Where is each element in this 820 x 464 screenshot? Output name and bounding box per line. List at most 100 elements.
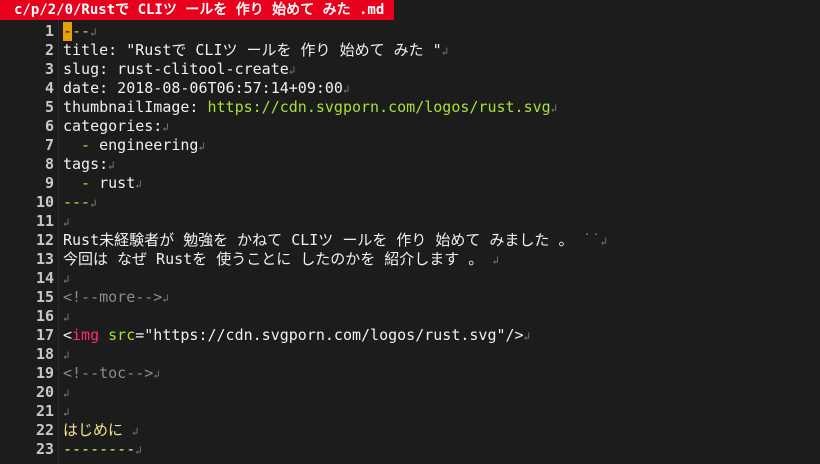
line-number: 14 [35, 269, 54, 287]
eol-marker: ↲ [90, 26, 97, 39]
line-content[interactable]: thumbnailImage: https://cdn.svgporn.com/… [63, 98, 557, 118]
line-content[interactable]: ---↲ [63, 193, 97, 213]
line-number: 1 [44, 22, 54, 40]
code-token: ="https://cdn.svgporn.com/logos/rust.svg… [135, 326, 524, 344]
line-content[interactable]: date: 2018-08-06T06:57:14+09:00↲ [63, 79, 350, 99]
code-token: slug: rust-clitool-create [63, 60, 289, 78]
eol-marker: ↲ [135, 178, 142, 191]
line-content[interactable]: ↲ [63, 269, 70, 289]
code-token: thumbnailImage: [63, 98, 208, 116]
eol-marker: ↲ [63, 311, 70, 324]
line-content[interactable]: ---↲ [63, 22, 97, 42]
line-number: 5 [44, 98, 54, 116]
line-content[interactable]: <!--toc-->↲ [63, 364, 160, 384]
editor-line[interactable]: 11 ↲ [0, 212, 820, 231]
line-content[interactable]: slug: rust-clitool-create↲ [63, 60, 295, 80]
line-content[interactable]: tags:↲ [63, 155, 115, 175]
eol-marker: ↲ [342, 83, 350, 96]
code-token: 今回は なぜ Rustを 使うことに したのかを 紹介します 。 [63, 250, 493, 268]
eol-marker: ↲ [90, 197, 97, 210]
editor-line[interactable]: 18 ↲ [0, 345, 820, 364]
editor-line[interactable]: 15 <!--more-->↲ [0, 288, 820, 307]
line-number: 19 [35, 364, 54, 382]
code-token: -- [72, 22, 91, 40]
eol-marker: ↲ [135, 444, 142, 457]
editor-line[interactable]: 16 ↲ [0, 307, 820, 326]
eol-marker: ↲ [153, 368, 160, 381]
line-number: 18 [35, 345, 54, 363]
editor-pane[interactable]: 1 ---↲ 2 title: "Rustで CLIツ ールを 作り 始めて みた "… [0, 20, 820, 464]
code-token: --- [63, 193, 91, 211]
eol-marker: ↲ [132, 425, 139, 438]
line-number: 3 [44, 60, 54, 78]
editor-line[interactable]: 14 ↲ [0, 269, 820, 288]
editor-line[interactable]: 8 tags:↲ [0, 155, 820, 174]
line-content[interactable]: ↲ [63, 383, 70, 403]
code-token: img [72, 326, 100, 344]
code-token: - [63, 136, 100, 154]
line-number: 17 [35, 326, 54, 344]
editor-line[interactable]: 1 ---↲ [0, 22, 820, 41]
line-content[interactable]: ↲ [63, 402, 70, 422]
code-token: ˙˙ [582, 231, 601, 249]
code-token: tags: [63, 155, 109, 173]
editor-line[interactable]: 12 Rust未経験者が 勉強を かねて CLIツ ールを 作り 始めて みました… [0, 231, 820, 250]
editor-line[interactable]: 19 <!--toc-->↲ [0, 364, 820, 383]
line-number: 10 [35, 193, 54, 211]
line-number: 21 [35, 402, 54, 420]
code-token: <!--more--> [63, 288, 163, 306]
editor-line[interactable]: 23 --------↲ [0, 440, 820, 459]
line-number: 2 [44, 41, 54, 59]
editor-line[interactable]: 10 ---↲ [0, 193, 820, 212]
line-content[interactable]: Rust未経験者が 勉強を かねて CLIツ ールを 作り 始めて みました 。… [63, 231, 607, 251]
editor-line[interactable]: 4 date: 2018-08-06T06:57:14+09:00↲ [0, 79, 820, 98]
line-number: 15 [35, 288, 54, 306]
code-token: <!--toc--> [63, 364, 154, 382]
code-token: < [63, 326, 73, 344]
eol-marker: ↲ [63, 387, 70, 400]
editor-line[interactable]: 20 ↲ [0, 383, 820, 402]
editor-line[interactable]: 7 - engineering↲ [0, 136, 820, 155]
eol-marker: ↲ [108, 159, 115, 172]
line-content[interactable]: - engineering↲ [63, 136, 205, 156]
code-token: - [63, 174, 100, 192]
editor-line[interactable]: 2 title: "Rustで CLIツ ールを 作り 始めて みた "↲ [0, 41, 820, 60]
editor-line[interactable]: 6 categories:↲ [0, 117, 820, 136]
line-content[interactable]: <img src="https://cdn.svgporn.com/logos/… [63, 326, 530, 346]
eol-marker: ↲ [63, 349, 70, 362]
line-content[interactable]: --------↲ [63, 440, 142, 460]
line-content[interactable]: title: "Rustで CLIツ ールを 作り 始めて みた "↲ [63, 41, 448, 61]
editor-line[interactable]: 22 はじめに ↲ [0, 421, 820, 440]
code-token: title: "Rustで CLIツ ールを 作り 始めて みた " [63, 41, 442, 59]
eol-marker: ↲ [63, 273, 70, 286]
editor-line[interactable]: 9 - rust↲ [0, 174, 820, 193]
line-content[interactable]: categories:↲ [63, 117, 169, 137]
line-content[interactable]: <!--more-->↲ [63, 288, 169, 308]
line-content[interactable]: はじめに ↲ [63, 421, 139, 441]
editor-line[interactable]: 13 今回は なぜ Rustを 使うことに したのかを 紹介します 。 ↲ [0, 250, 820, 269]
line-number: 20 [35, 383, 54, 401]
editor-line[interactable]: 5 thumbnailImage: https://cdn.svgporn.com… [0, 98, 820, 117]
eol-marker: ↲ [198, 140, 206, 153]
editor-line[interactable]: 3 slug: rust-clitool-create↲ [0, 60, 820, 79]
code-token: src [108, 326, 136, 344]
line-number: 23 [35, 440, 54, 458]
line-number: 11 [35, 212, 54, 230]
line-content[interactable]: ↲ [63, 345, 70, 365]
line-content[interactable]: ↲ [63, 212, 70, 232]
eol-marker: ↲ [550, 102, 558, 115]
line-number: 6 [44, 117, 54, 135]
editor-line[interactable]: 21 ↲ [0, 402, 820, 421]
line-content[interactable]: 今回は なぜ Rustを 使うことに したのかを 紹介します 。 ↲ [63, 250, 499, 270]
file-tab[interactable]: c/p/2/0/Rustで CLIツ ールを 作り 始めて みた .md [0, 0, 395, 20]
line-content[interactable]: ↲ [63, 307, 70, 327]
code-token: rust [99, 174, 136, 192]
eol-marker: ↲ [441, 45, 449, 58]
line-number: 8 [44, 155, 54, 173]
line-content[interactable]: - rust↲ [63, 174, 142, 194]
code-token: -------- [63, 440, 136, 458]
editor-line[interactable]: 17 <img src="https://cdn.svgporn.com/logo… [0, 326, 820, 345]
code-token: Rust未経験者が 勉強を かねて CLIツ ールを 作り 始めて みました 。 [63, 231, 583, 249]
code-token: categories: [63, 117, 163, 135]
title-bar: c/p/2/0/Rustで CLIツ ールを 作り 始めて みた .md [0, 0, 820, 20]
